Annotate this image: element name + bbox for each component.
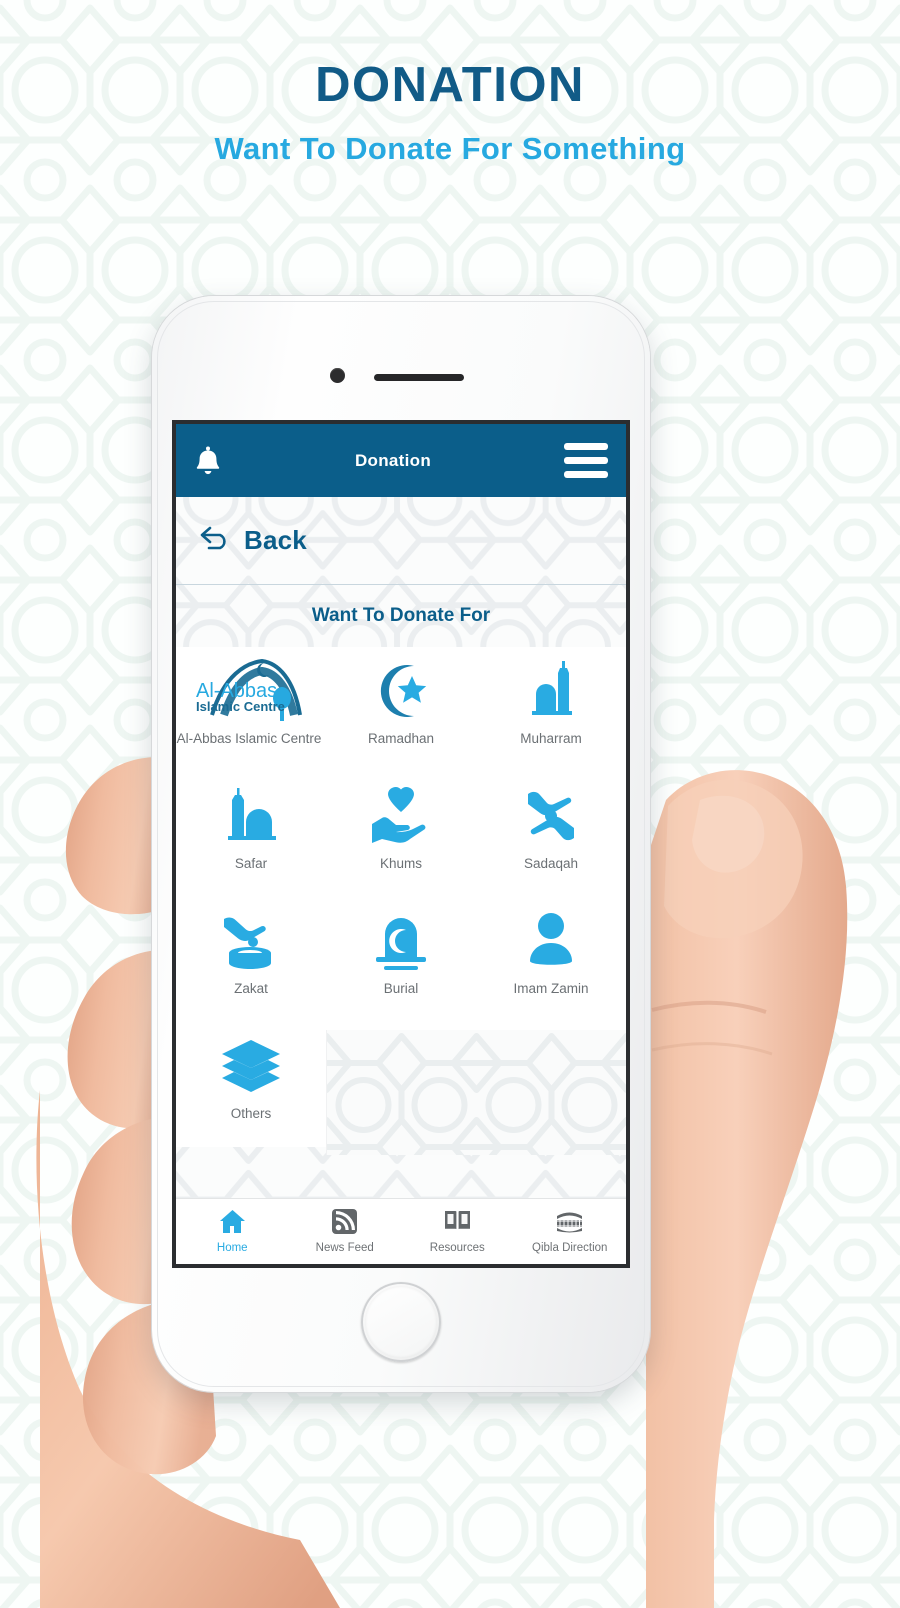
donation-option-safar[interactable]: Safar — [176, 780, 326, 905]
hand-heart-icon — [368, 780, 434, 852]
back-button[interactable]: Back — [176, 497, 626, 585]
donation-option-others[interactable]: Others — [176, 1030, 326, 1155]
svg-text:Islamic Centre: Islamic Centre — [196, 699, 285, 714]
donation-option-label: Ramadhan — [367, 731, 435, 746]
front-camera-icon — [330, 368, 345, 383]
phone-home-button[interactable] — [361, 1282, 441, 1362]
tombstone-crescent-icon — [370, 905, 432, 977]
donation-options-grid: Al-Abbas Islamic Centre Al-Abbas Islamic… — [176, 647, 626, 1155]
mosque-dome-icon — [220, 780, 282, 852]
donation-option-label: Others — [230, 1106, 272, 1121]
crescent-star-icon — [370, 655, 432, 727]
layers-icon — [220, 1030, 282, 1102]
nav-item-home[interactable]: Home — [176, 1199, 289, 1264]
app-bar-title: Donation — [354, 450, 432, 470]
donation-option-label: Burial — [383, 981, 419, 996]
donation-option-label: Muharram — [520, 731, 582, 746]
donation-option-label: Al-Abbas Islamic Centre — [176, 731, 322, 746]
home-icon — [219, 1209, 246, 1239]
bottom-navigation-bar: Home News Feed Resources Qibla Direction — [176, 1198, 626, 1264]
nav-item-qibla-direction[interactable]: Qibla Direction — [514, 1199, 627, 1264]
back-arrow-icon — [198, 525, 232, 556]
section-header: Want To Donate For — [176, 585, 626, 647]
donation-option-khums[interactable]: Khums — [326, 780, 476, 905]
kaaba-icon — [555, 1209, 584, 1239]
person-icon — [525, 905, 577, 977]
donation-option-sadaqah[interactable]: Sadaqah — [476, 780, 626, 905]
page-title: DONATION — [315, 58, 585, 112]
poster-heading-block: DONATION Want To Donate For Something — [0, 58, 900, 167]
nav-label: News Feed — [315, 1242, 374, 1254]
phone-mockup: Donation Back Want To Donate For Al-Abba… — [152, 296, 650, 1392]
donation-option-label: Zakat — [234, 981, 268, 996]
donation-option-al-abbas-islamic-centre[interactable]: Al-Abbas Islamic Centre Al-Abbas Islamic… — [176, 655, 326, 780]
nav-item-news-feed[interactable]: News Feed — [289, 1199, 402, 1264]
hamburger-menu-icon[interactable] — [564, 443, 608, 478]
donation-option-label: Khums — [379, 856, 423, 871]
donation-option-ramadhan[interactable]: Ramadhan — [326, 655, 476, 780]
app-bar: Donation — [176, 424, 626, 497]
mosque-minaret-icon — [522, 655, 580, 727]
page-subtitle: Want To Donate For Something — [214, 131, 686, 167]
donation-option-muharram[interactable]: Muharram — [476, 655, 626, 780]
earpiece-speaker — [374, 374, 464, 381]
donation-option-imam-zamin[interactable]: Imam Zamin — [476, 905, 626, 1030]
nav-label: Qibla Direction — [532, 1242, 608, 1254]
donation-option-label: Imam Zamin — [513, 981, 589, 996]
phone-screen: Donation Back Want To Donate For Al-Abba… — [172, 420, 630, 1268]
section-title: Want To Donate For — [311, 605, 491, 626]
two-hands-coin-icon — [520, 780, 582, 852]
nav-item-resources[interactable]: Resources — [401, 1199, 514, 1264]
donation-option-label: Safar — [234, 856, 268, 871]
nav-label: Resources — [429, 1242, 485, 1254]
grid-empty-pattern-area — [326, 1030, 626, 1155]
nav-label: Home — [216, 1242, 248, 1254]
back-label: Back — [244, 525, 307, 555]
hand-coin-box-icon — [220, 905, 282, 977]
donation-option-zakat[interactable]: Zakat — [176, 905, 326, 1030]
donation-option-burial[interactable]: Burial — [326, 905, 476, 1030]
open-book-icon — [443, 1209, 472, 1239]
al-abbas-logo-icon: Al-Abbas Islamic Centre — [190, 655, 312, 727]
rss-feed-icon — [332, 1209, 358, 1239]
donation-option-label: Sadaqah — [523, 856, 579, 871]
bell-icon[interactable] — [194, 446, 222, 476]
